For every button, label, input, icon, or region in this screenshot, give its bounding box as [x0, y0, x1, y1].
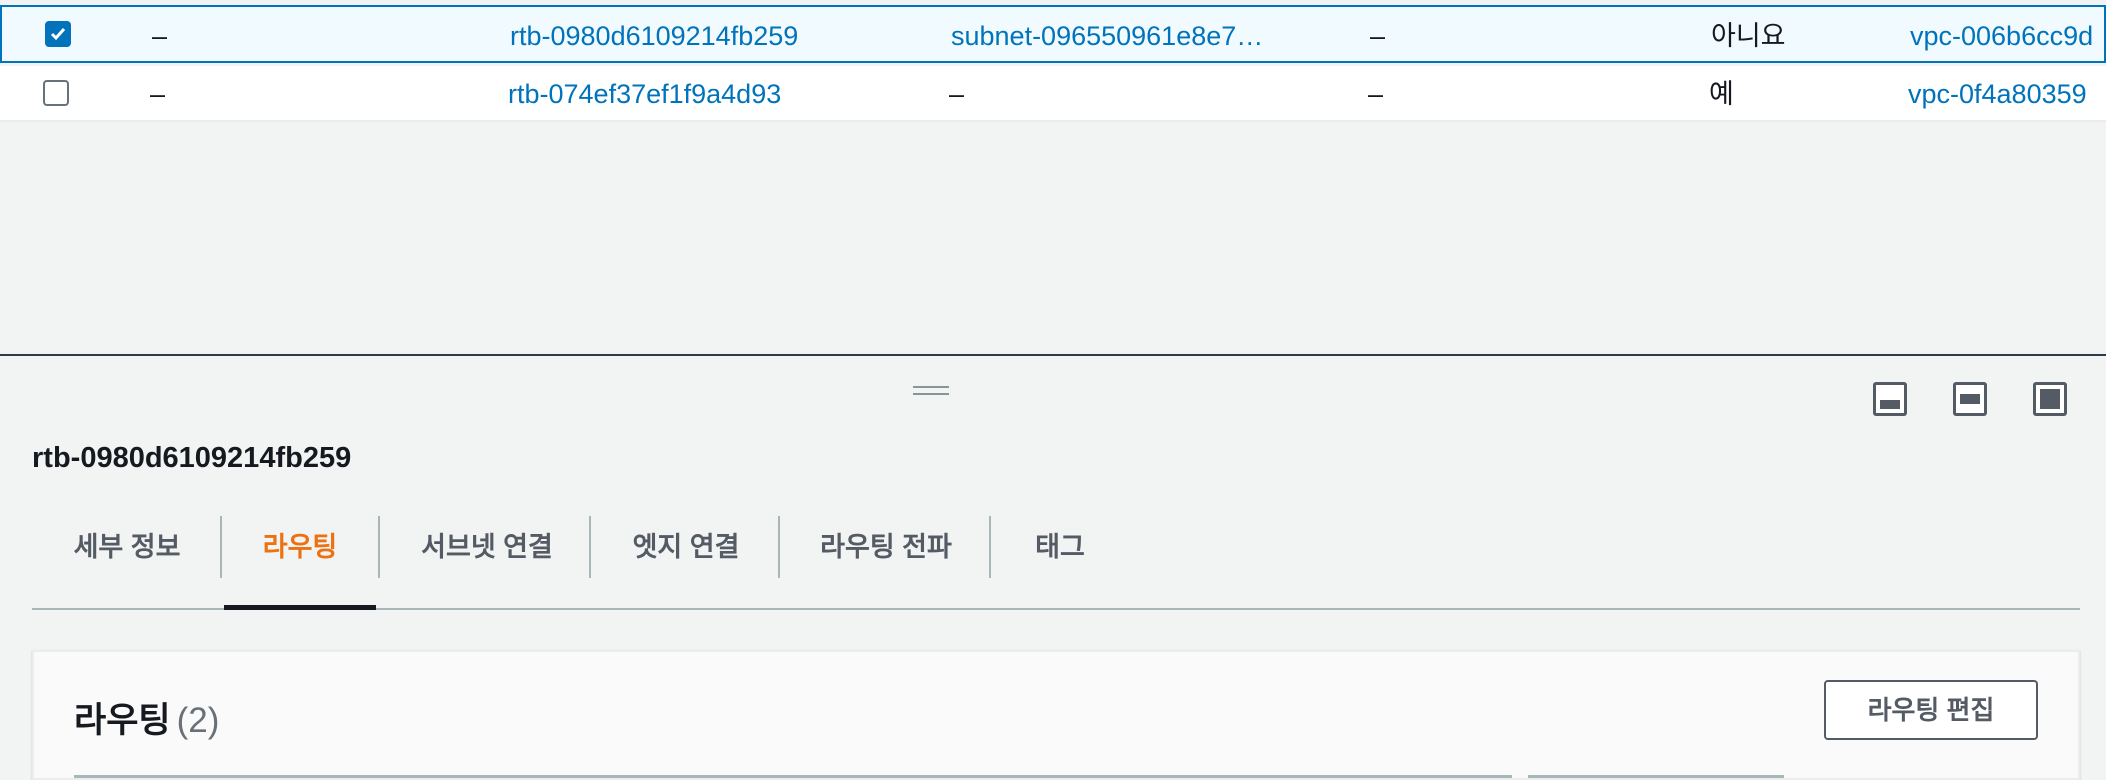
cell-name: – — [150, 79, 166, 109]
tab-subnet-associations[interactable]: 서브넷 연결 — [382, 516, 592, 608]
routes-count: (2) — [176, 701, 220, 740]
cell-explicit-subnet[interactable]: subnet-096550961e8e7… — [951, 7, 1291, 65]
cell-main: 아니요 — [1711, 21, 1786, 51]
cell-name: – — [152, 21, 168, 51]
tab-separator — [778, 516, 780, 578]
routes-heading-label: 라우팅 — [74, 701, 171, 740]
edit-routes-button[interactable]: 라우팅 편집 — [1824, 680, 2038, 740]
panel-bottom-icon[interactable] — [1873, 382, 1907, 416]
resize-handle-icon[interactable] — [913, 386, 949, 398]
cell-explicit-subnet: – — [949, 79, 965, 109]
panel-middle-icon[interactable] — [1953, 382, 1987, 416]
cell-route-table-id[interactable]: rtb-074ef37ef1f9a4d93 — [508, 66, 781, 122]
panel-title: rtb-0980d6109214fb259 — [32, 442, 352, 474]
tab-separator — [589, 516, 591, 578]
route-table-list: – rtb-0980d6109214fb259 subnet-096550961… — [0, 0, 2106, 354]
tab-details[interactable]: 세부 정보 — [32, 516, 222, 608]
tab-routes[interactable]: 라우팅 — [224, 516, 376, 610]
tab-list: 세부 정보 라우팅 서브넷 연결 엣지 연결 라우팅 전파 태그 — [32, 516, 2080, 610]
cell-vpc[interactable]: vpc-0f4a80359 — [1908, 66, 2087, 122]
tab-separator — [220, 516, 222, 578]
cell-edge-association: – — [1368, 79, 1384, 109]
panel-full-icon[interactable] — [2033, 382, 2067, 416]
row-checkbox[interactable] — [45, 21, 71, 47]
routes-heading: 라우팅 (2) — [74, 692, 219, 743]
routes-container: 라우팅 (2) 라우팅 편집 — [32, 650, 2080, 780]
table-header-divider — [74, 775, 1512, 778]
cell-vpc[interactable]: vpc-006b6cc9d — [1910, 7, 2093, 65]
table-header-divider — [1528, 775, 1784, 778]
cell-route-table-id[interactable]: rtb-0980d6109214fb259 — [510, 7, 798, 65]
check-icon — [50, 28, 66, 41]
tab-tags[interactable]: 태그 — [993, 516, 1127, 608]
split-panel: rtb-0980d6109214fb259 세부 정보 라우팅 서브넷 연결 엣… — [0, 354, 2106, 780]
cell-edge-association: – — [1370, 21, 1386, 51]
tab-separator — [989, 516, 991, 578]
tab-separator — [378, 516, 380, 578]
table-row[interactable]: – rtb-0980d6109214fb259 subnet-096550961… — [0, 5, 2106, 63]
cell-main: 예 — [1709, 79, 1734, 109]
table-row[interactable]: – rtb-074ef37ef1f9a4d93 – – 예 vpc-0f4a80… — [0, 66, 2106, 122]
tab-route-propagation[interactable]: 라우팅 전파 — [782, 516, 990, 608]
tab-edge-associations[interactable]: 엣지 연결 — [593, 516, 779, 608]
row-checkbox[interactable] — [43, 80, 69, 106]
